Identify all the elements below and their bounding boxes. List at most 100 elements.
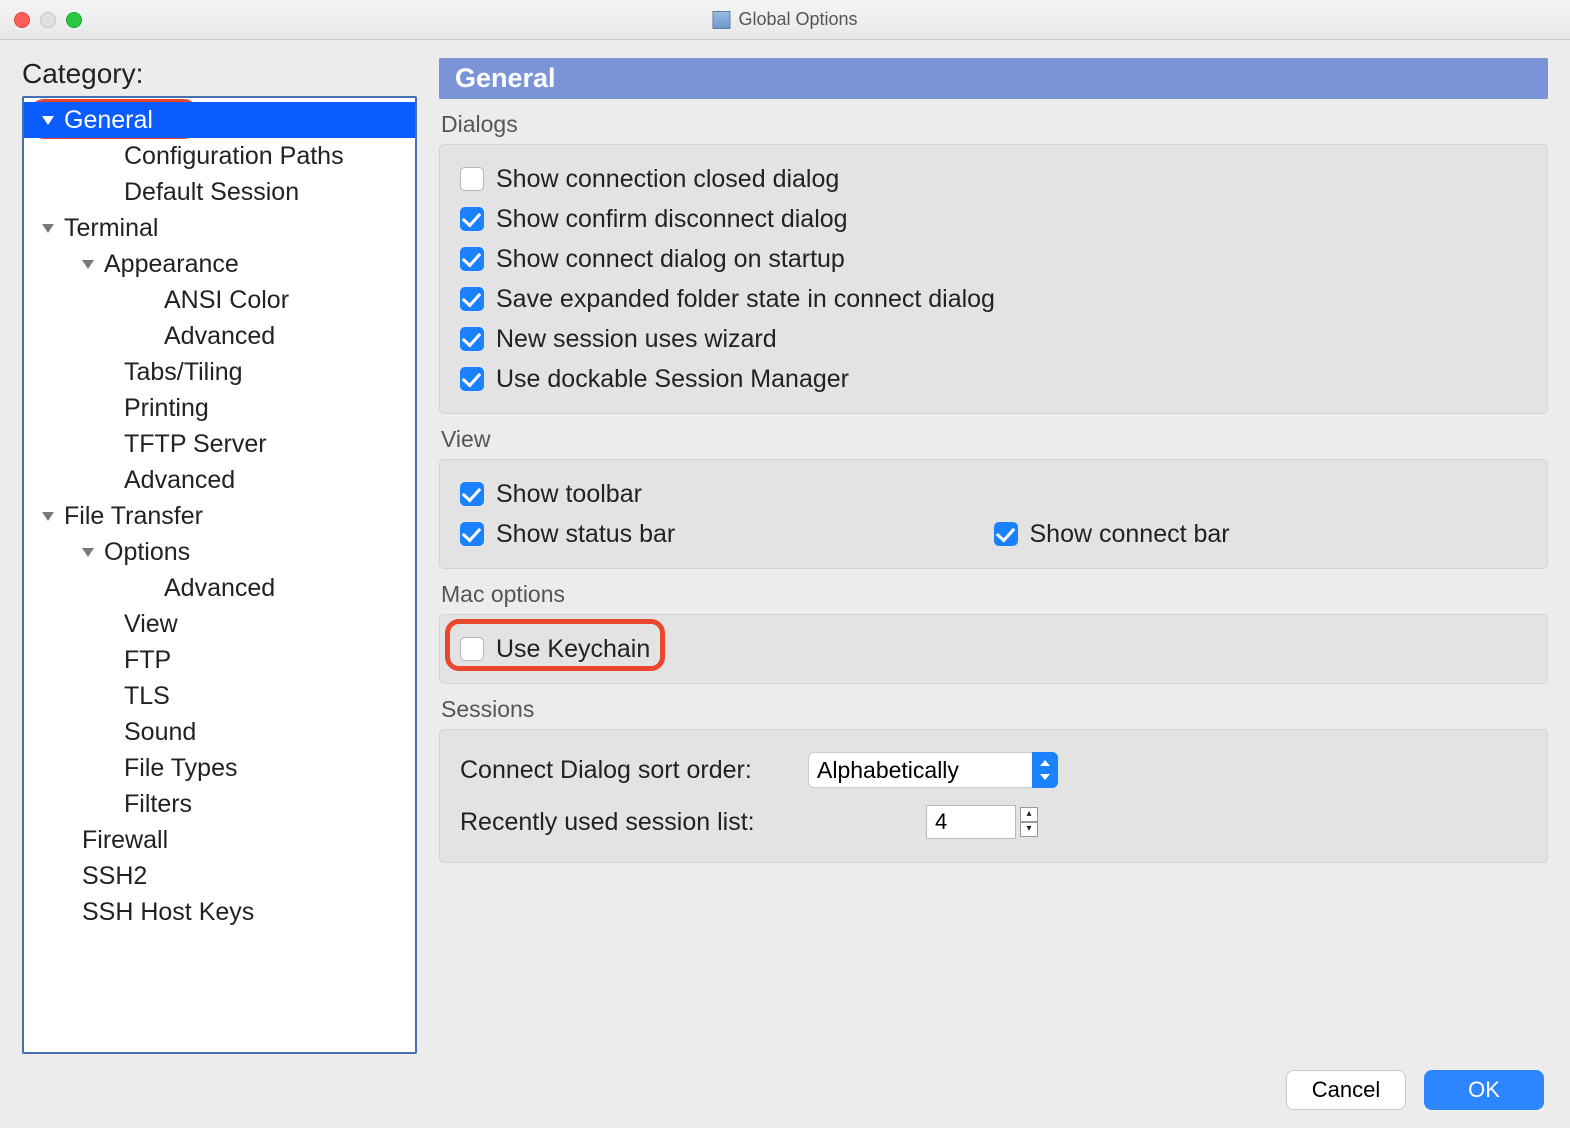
chk-use-keychain[interactable] bbox=[460, 637, 484, 661]
group-mac: Mac options Use Keychain bbox=[439, 581, 1548, 684]
tree-label: Advanced bbox=[124, 466, 235, 495]
chk-save-expanded[interactable] bbox=[460, 287, 484, 311]
tree-item-appearance-advanced[interactable]: Advanced bbox=[24, 318, 415, 354]
tree-item-config-paths[interactable]: Configuration Paths bbox=[24, 138, 415, 174]
tree-item-filters[interactable]: Filters bbox=[24, 786, 415, 822]
minimize-window-icon bbox=[40, 12, 56, 28]
window-title: Global Options bbox=[712, 9, 857, 30]
tree-item-file-types[interactable]: File Types bbox=[24, 750, 415, 786]
tree-label: Advanced bbox=[164, 574, 275, 603]
tree-label: FTP bbox=[124, 646, 171, 675]
close-window-icon[interactable] bbox=[14, 12, 30, 28]
group-dialogs: Dialogs Show connection closed dialog Sh… bbox=[439, 111, 1548, 414]
tree-label: SSH Host Keys bbox=[82, 898, 254, 927]
tree-item-general[interactable]: General bbox=[24, 102, 415, 138]
tree-label: Firewall bbox=[82, 826, 168, 855]
window-controls bbox=[0, 12, 82, 28]
chevron-down-icon[interactable] bbox=[42, 512, 54, 521]
tree-label: Printing bbox=[124, 394, 209, 423]
group-label-view: View bbox=[439, 426, 1548, 453]
window-title-text: Global Options bbox=[738, 9, 857, 30]
tree-label: Terminal bbox=[64, 214, 158, 243]
tree-label: Advanced bbox=[164, 322, 275, 351]
tree-item-tabs-tiling[interactable]: Tabs/Tiling bbox=[24, 354, 415, 390]
app-icon bbox=[712, 11, 730, 29]
tree-item-sound[interactable]: Sound bbox=[24, 714, 415, 750]
tree-label: ANSI Color bbox=[164, 286, 289, 315]
chk-show-closed[interactable] bbox=[460, 167, 484, 191]
tree-item-ssh2[interactable]: SSH2 bbox=[24, 858, 415, 894]
tree-label: File Transfer bbox=[64, 502, 203, 531]
recent-list-input[interactable] bbox=[926, 805, 1016, 839]
tree-item-default-session[interactable]: Default Session bbox=[24, 174, 415, 210]
chk-new-wizard[interactable] bbox=[460, 327, 484, 351]
tree-item-tftp[interactable]: TFTP Server bbox=[24, 426, 415, 462]
group-sessions: Sessions Connect Dialog sort order: Alph… bbox=[439, 696, 1548, 863]
tree-label: Default Session bbox=[124, 178, 299, 207]
category-tree[interactable]: General Configuration Paths Default Sess… bbox=[22, 96, 417, 1054]
chk-label: Use Keychain bbox=[496, 635, 650, 664]
stepper-down-icon[interactable]: ▾ bbox=[1020, 822, 1038, 837]
tree-label: Filters bbox=[124, 790, 192, 819]
cancel-button[interactable]: Cancel bbox=[1286, 1070, 1406, 1110]
tree-item-firewall[interactable]: Firewall bbox=[24, 822, 415, 858]
stepper-up-icon[interactable]: ▴ bbox=[1020, 807, 1038, 822]
tree-item-options[interactable]: Options bbox=[24, 534, 415, 570]
chk-label: Show connection closed dialog bbox=[496, 165, 839, 194]
group-label-sessions: Sessions bbox=[439, 696, 1548, 723]
titlebar: Global Options bbox=[0, 0, 1570, 40]
chk-label: New session uses wizard bbox=[496, 325, 777, 354]
tree-item-file-transfer[interactable]: File Transfer bbox=[24, 498, 415, 534]
dialog-footer: Cancel OK bbox=[22, 1054, 1548, 1118]
tree-item-terminal-advanced[interactable]: Advanced bbox=[24, 462, 415, 498]
tree-label: General bbox=[64, 106, 153, 135]
chk-label: Show connect dialog on startup bbox=[496, 245, 845, 274]
settings-panel: General Dialogs Show connection closed d… bbox=[439, 58, 1548, 1054]
group-label-dialogs: Dialogs bbox=[439, 111, 1548, 138]
tree-item-ssh-host-keys[interactable]: SSH Host Keys bbox=[24, 894, 415, 930]
tree-label: Tabs/Tiling bbox=[124, 358, 243, 387]
chk-label: Save expanded folder state in connect di… bbox=[496, 285, 995, 314]
category-sidebar: Category: General Configuration Paths De… bbox=[22, 58, 417, 1054]
tree-label: Appearance bbox=[104, 250, 239, 279]
chk-dockable[interactable] bbox=[460, 367, 484, 391]
tree-label: SSH2 bbox=[82, 862, 147, 891]
sort-order-label: Connect Dialog sort order: bbox=[460, 756, 790, 785]
ok-button[interactable]: OK bbox=[1424, 1070, 1544, 1110]
chevron-down-icon[interactable] bbox=[42, 224, 54, 233]
category-heading: Category: bbox=[22, 58, 417, 90]
chevron-down-icon[interactable] bbox=[82, 548, 94, 557]
tree-label: Configuration Paths bbox=[124, 142, 344, 171]
chk-label: Show toolbar bbox=[496, 480, 642, 509]
tree-item-options-advanced[interactable]: Advanced bbox=[24, 570, 415, 606]
group-label-mac: Mac options bbox=[439, 581, 1548, 608]
tree-label: TLS bbox=[124, 682, 170, 711]
tree-item-printing[interactable]: Printing bbox=[24, 390, 415, 426]
chk-label: Show status bar bbox=[496, 520, 675, 549]
chk-show-startup[interactable] bbox=[460, 247, 484, 271]
tree-label: TFTP Server bbox=[124, 430, 267, 459]
chk-label: Use dockable Session Manager bbox=[496, 365, 849, 394]
zoom-window-icon[interactable] bbox=[66, 12, 82, 28]
sort-order-select[interactable]: Alphabetically bbox=[808, 752, 1058, 788]
panel-title: General bbox=[439, 58, 1548, 99]
tree-label: View bbox=[124, 610, 178, 639]
tree-item-ftp[interactable]: FTP bbox=[24, 642, 415, 678]
chk-show-connectbar[interactable] bbox=[994, 522, 1018, 546]
tree-item-view[interactable]: View bbox=[24, 606, 415, 642]
chevron-down-icon[interactable] bbox=[82, 260, 94, 269]
tree-item-appearance[interactable]: Appearance bbox=[24, 246, 415, 282]
global-options-window: Global Options Category: General Configu… bbox=[0, 0, 1570, 1128]
chk-label: Show confirm disconnect dialog bbox=[496, 205, 848, 234]
tree-label: Options bbox=[104, 538, 190, 567]
recent-list-label: Recently used session list: bbox=[460, 808, 790, 837]
chk-show-statusbar[interactable] bbox=[460, 522, 484, 546]
tree-item-tls[interactable]: TLS bbox=[24, 678, 415, 714]
tree-item-terminal[interactable]: Terminal bbox=[24, 210, 415, 246]
chk-show-confirm[interactable] bbox=[460, 207, 484, 231]
group-view: View Show toolbar Show status bar Show c… bbox=[439, 426, 1548, 569]
chevron-down-icon[interactable] bbox=[42, 116, 54, 125]
tree-item-ansi-color[interactable]: ANSI Color bbox=[24, 282, 415, 318]
tree-label: Sound bbox=[124, 718, 196, 747]
chk-show-toolbar[interactable] bbox=[460, 482, 484, 506]
